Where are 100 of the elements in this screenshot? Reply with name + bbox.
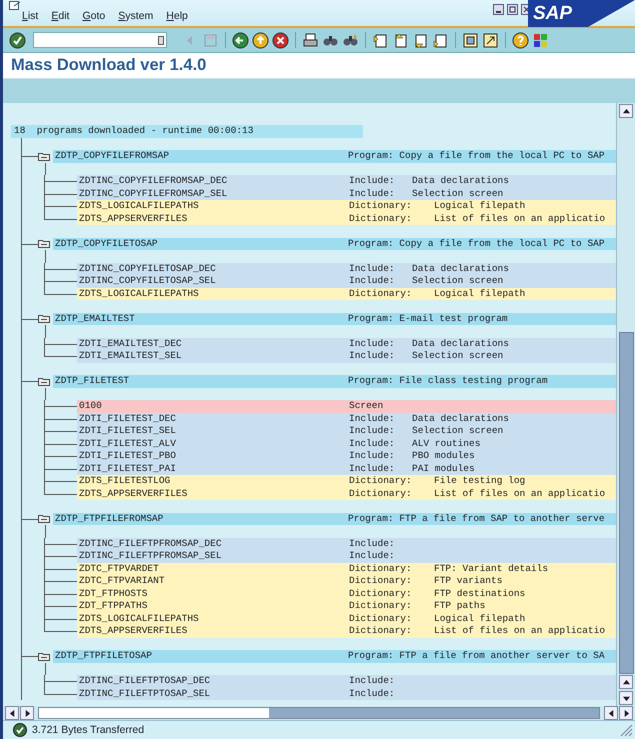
include-row[interactable]: ZDTI_FILETEST_PBO Include: PBO modules	[77, 450, 616, 462]
object-type: Include:	[349, 538, 396, 550]
program-name: ZDTP_FTPFILEFROMSAP	[55, 512, 164, 525]
program-row[interactable]: ZDTP_COPYFILETOSAP Program: Copy a file from the local PC to SAP	[53, 238, 616, 250]
menu-item[interactable]: List	[22, 10, 38, 26]
window-menu-icon[interactable]	[9, 1, 21, 11]
page-icon[interactable]	[432, 32, 449, 48]
arrow-icon	[608, 710, 614, 716]
scroll-right-button[interactable]	[20, 706, 34, 720]
program-row[interactable]: ZDTP_EMAILTEST Program: E-mail test program	[53, 312, 616, 325]
menu-item[interactable]: Goto	[82, 10, 106, 26]
folder-icon[interactable]	[38, 239, 50, 248]
scroll-down-button[interactable]	[619, 691, 634, 705]
minimize-icon[interactable]	[493, 4, 504, 15]
object-name: ZDT_FTPHOSTS	[79, 588, 148, 600]
include-row[interactable]: ZDTINC_COPYFILEFROMSAP_SEL Include: Selection screen	[77, 188, 616, 200]
include-row[interactable]: ZDTINC_FILEFTPTOSAP_SEL Include:	[77, 688, 616, 700]
dictionary-row[interactable]: ZDTS_LOGICALFILEPATHS Dictionary: Logical filepath	[77, 200, 616, 212]
cancel-icon[interactable]	[272, 32, 289, 48]
scroll-up-button[interactable]	[619, 104, 634, 118]
history-icon[interactable]	[158, 36, 164, 44]
arrow-icon	[622, 694, 630, 702]
program-description: Program: FTP a file from SAP to another serve	[348, 512, 605, 525]
program-row[interactable]: ZDTP_FTPFILETOSAP Program: FTP a file from another server to SA	[53, 650, 616, 662]
include-row[interactable]: ZDTINC_COPYFILEFROMSAP_DEC Include: Data declarations	[77, 175, 616, 188]
resize-grip-icon[interactable]	[619, 723, 633, 737]
program-row[interactable]: ZDTP_FTPFILEFROMSAP Program: FTP a file from SAP to another serve	[53, 512, 616, 525]
dictionary-row[interactable]: ZDTC_FTPVARDET Dictionary: FTP: Variant details	[77, 562, 616, 575]
object-description: FTP: Variant details	[434, 562, 548, 575]
include-row[interactable]: ZDTI_FILETEST_DEC Include: Data declarations	[77, 412, 616, 425]
page-icon[interactable]	[392, 32, 409, 48]
object-type: Include:	[349, 462, 396, 475]
object-type: Dictionary:	[349, 475, 413, 488]
scroll-left-button[interactable]	[5, 706, 19, 720]
object-type: Include:	[349, 262, 396, 275]
object-name: ZDTS_FILETESTLOG	[79, 475, 172, 488]
status-message: 3.721 Bytes Transferred	[32, 724, 144, 736]
program-row[interactable]: ZDTP_FILETEST Program: File class testing program	[53, 375, 616, 388]
page-icon[interactable]	[412, 32, 429, 48]
layout-icon[interactable]	[532, 32, 549, 48]
object-name: ZDTI_FILETEST_PAI	[79, 462, 177, 475]
folder-icon[interactable]	[38, 152, 50, 161]
folder-icon[interactable]	[38, 514, 50, 524]
dictionary-row[interactable]: ZDTS_APPSERVERFILES Dictionary: List of files on an applicatio	[77, 625, 616, 638]
enter-icon[interactable]	[9, 32, 26, 48]
folder-icon[interactable]	[38, 314, 50, 324]
maximize-icon[interactable]	[507, 4, 518, 15]
dictionary-row[interactable]: ZDT_FTPPATHS Dictionary: FTP paths	[77, 600, 616, 612]
tree-line	[44, 581, 45, 588]
object-type: Include:	[349, 338, 396, 350]
scroll-left-button[interactable]	[604, 706, 618, 720]
find-next-icon[interactable]	[342, 32, 359, 48]
object-type: Include:	[349, 425, 396, 438]
object-name: ZDTS_APPSERVERFILES	[79, 488, 188, 500]
object-type: Include:	[349, 175, 396, 188]
program-row[interactable]: ZDTP_COPYFILEFROMSAP Program: Copy a file from the local PC to SAP	[53, 150, 616, 162]
scroll-up-button[interactable]	[619, 675, 634, 689]
include-row[interactable]: ZDTINC_FILEFTPFROMSAP_DEC Include:	[77, 538, 616, 550]
menu-item[interactable]: Help	[166, 10, 188, 26]
screen-row[interactable]: 0100 Screen	[77, 400, 616, 412]
scroll-thumb[interactable]	[619, 332, 634, 674]
object-description: Logical filepath	[434, 612, 526, 625]
window-icon[interactable]	[482, 32, 499, 48]
scroll-right-button[interactable]	[619, 706, 633, 720]
scroll-thumb[interactable]	[269, 708, 599, 718]
include-row[interactable]: ZDTINC_COPYFILETOSAP_SEL Include: Selection screen	[77, 275, 616, 288]
include-row[interactable]: ZDTI_FILETEST_SEL Include: Selection screen	[77, 425, 616, 438]
menu-item[interactable]: System	[118, 10, 154, 26]
object-description: Selection screen	[412, 425, 504, 438]
command-field[interactable]	[33, 32, 167, 48]
include-row[interactable]: ZDTINC_FILEFTPTOSAP_DEC Include:	[77, 675, 616, 688]
include-row[interactable]: ZDTINC_FILEFTPFROMSAP_SEL Include:	[77, 550, 616, 562]
folder-icon[interactable]	[38, 376, 50, 386]
menu-item[interactable]: Edit	[51, 10, 70, 26]
dictionary-row[interactable]: ZDTS_APPSERVERFILES Dictionary: List of files on an applicatio	[77, 212, 616, 225]
dictionary-row[interactable]: ZDTS_LOGICALFILEPATHS Dictionary: Logical filepath	[77, 612, 616, 625]
print-icon[interactable]	[302, 32, 319, 48]
help-icon[interactable]	[512, 32, 529, 48]
dictionary-row[interactable]: ZDT_FTPHOSTS Dictionary: FTP destinations	[77, 588, 616, 600]
dictionary-row[interactable]: ZDTC_FTPVARIANT Dictionary: FTP variants	[77, 575, 616, 588]
object-name: ZDTC_FTPVARDET	[79, 562, 160, 575]
include-row[interactable]: ZDTINC_COPYFILETOSAP_DEC Include: Data declarations	[77, 262, 616, 275]
object-name: ZDTI_FILETEST_ALV	[79, 438, 177, 450]
tree-line	[44, 468, 45, 475]
include-row[interactable]: ZDTI_FILETEST_ALV Include: ALV routines	[77, 438, 616, 450]
dictionary-row[interactable]: ZDTS_FILETESTLOG Dictionary: File testing log	[77, 475, 616, 488]
page-icon[interactable]	[372, 32, 389, 48]
include-row[interactable]: ZDTI_EMAILTEST_DEC Include: Data declarations	[77, 338, 616, 350]
dictionary-row[interactable]: ZDTS_APPSERVERFILES Dictionary: List of files on an applicatio	[77, 488, 616, 500]
include-row[interactable]: ZDTI_EMAILTEST_SEL Include: Selection screen	[77, 350, 616, 362]
back-icon[interactable]	[232, 32, 249, 48]
dictionary-row[interactable]: ZDTS_LOGICALFILEPATHS Dictionary: Logical filepath	[77, 288, 616, 300]
object-type: Include:	[349, 350, 396, 362]
arrow-icon	[622, 678, 630, 686]
window-icon[interactable]	[462, 32, 479, 48]
exit-icon[interactable]	[252, 32, 269, 48]
include-row[interactable]: ZDTI_FILETEST_PAI Include: PAI modules	[77, 462, 616, 475]
program-description: Program: FTP a file from another server to SA	[348, 650, 605, 662]
tree-line	[44, 568, 45, 575]
folder-icon[interactable]	[38, 652, 50, 661]
